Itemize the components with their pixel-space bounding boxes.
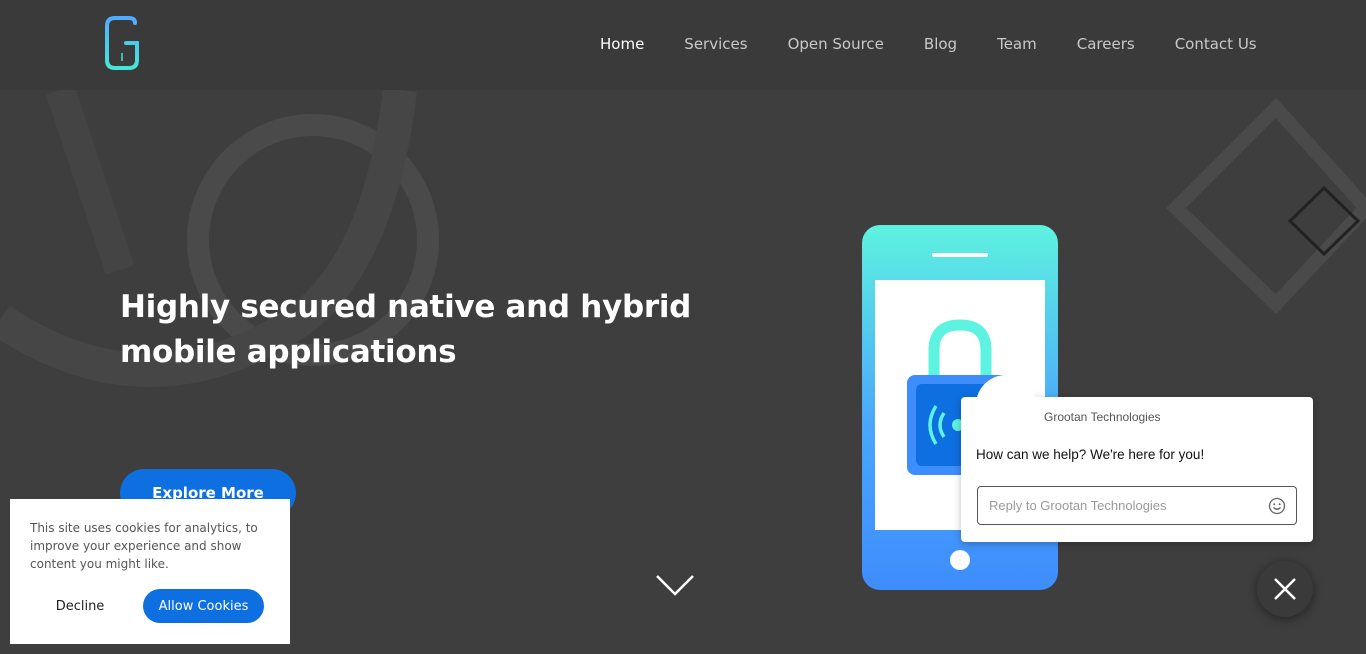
hero-title: Highly secured native and hybrid mobile …: [120, 285, 720, 375]
cookie-banner: This site uses cookies for analytics, to…: [10, 499, 290, 644]
chat-message: How can we help? We're here for you!: [976, 447, 1205, 462]
nav-home[interactable]: Home: [600, 35, 644, 53]
cookie-text: This site uses cookies for analytics, to…: [30, 521, 258, 571]
nav-careers[interactable]: Careers: [1077, 35, 1135, 53]
scroll-down-chevron-icon[interactable]: [654, 572, 696, 598]
close-icon: [1274, 578, 1296, 600]
hero-title-line2: mobile applications: [120, 334, 457, 370]
chat-widget: Grootan Technologies How can we help? We…: [961, 375, 1313, 542]
nav-team[interactable]: Team: [997, 35, 1037, 53]
chat-company-name: Grootan Technologies: [1044, 410, 1161, 424]
chat-reply-input[interactable]: [989, 487, 1259, 524]
main-nav: Home Services Open Source Blog Team Care…: [600, 35, 1297, 53]
header: Home Services Open Source Blog Team Care…: [0, 0, 1366, 90]
nav-services[interactable]: Services: [684, 35, 747, 53]
nav-contact-us[interactable]: Contact Us: [1175, 35, 1257, 53]
chat-reply-box: [977, 486, 1297, 525]
hero-title-line1: Highly secured native and hybrid: [120, 289, 692, 325]
chat-close-button[interactable]: [1257, 561, 1313, 617]
nav-blog[interactable]: Blog: [924, 35, 957, 53]
logo-icon[interactable]: [104, 15, 140, 71]
nav-open-source[interactable]: Open Source: [788, 35, 884, 53]
emoji-icon[interactable]: [1268, 497, 1286, 515]
diamond-outline-icon: [1288, 186, 1361, 256]
allow-cookies-button[interactable]: Allow Cookies: [143, 589, 264, 623]
decline-cookies-button[interactable]: Decline: [32, 589, 128, 623]
